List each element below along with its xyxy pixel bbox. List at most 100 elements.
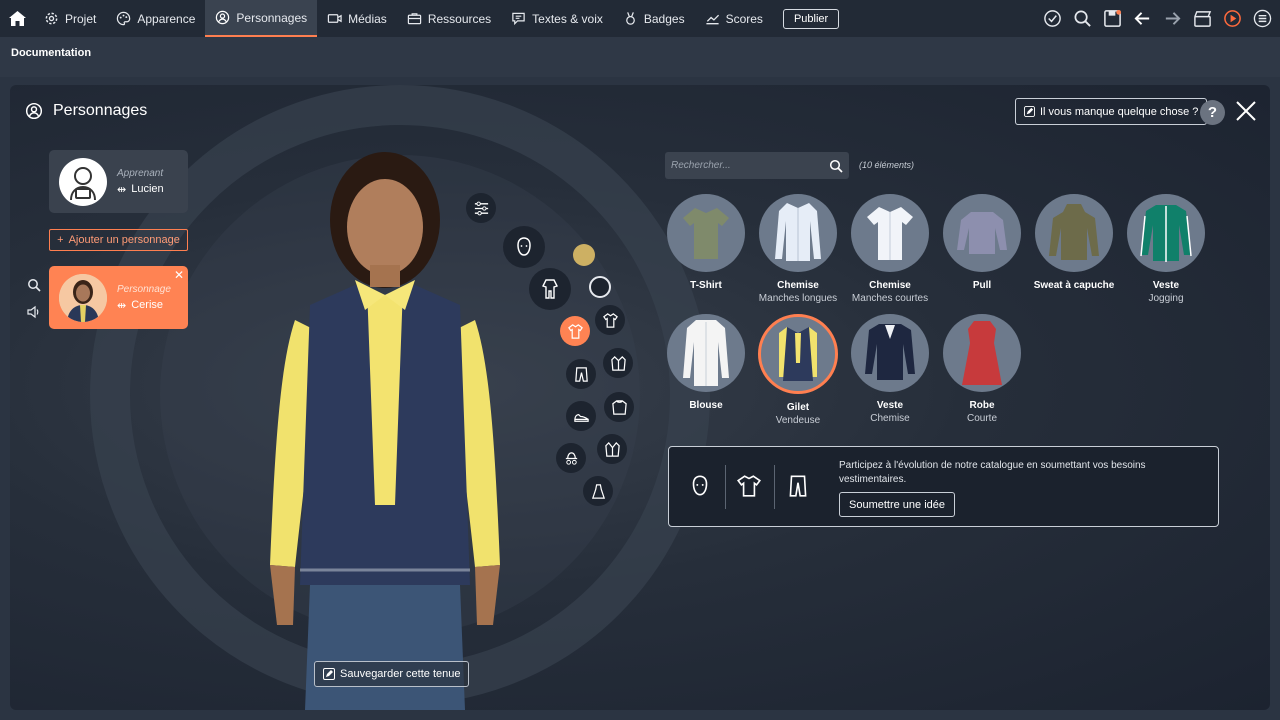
settings-wheel-button[interactable] [466, 193, 496, 223]
speaker-icon[interactable] [27, 305, 41, 319]
nav-label: Médias [348, 11, 387, 26]
nav-label: Badges [643, 11, 685, 26]
catalog-item-gilet-vendeuse[interactable]: Gilet Vendeuse [752, 314, 844, 426]
face-wheel-button[interactable] [503, 226, 545, 268]
redo-icon[interactable] [1163, 9, 1182, 28]
hanger-icon [323, 668, 335, 680]
nav-label: Projet [65, 11, 97, 26]
palette-icon [117, 11, 131, 26]
catalog-search [665, 152, 849, 179]
item-subtitle: Courte [966, 413, 997, 424]
catalog-item-chemise-courtes[interactable]: Chemise Manches courtes [844, 194, 936, 304]
clapper-icon[interactable] [1193, 9, 1212, 28]
learner-card[interactable]: Apprenant ⇹ Lucien [49, 150, 188, 213]
submit-idea-button[interactable]: Soumettre une idée [839, 492, 956, 517]
item-thumbnail [1035, 194, 1113, 272]
subheader: Documentation [0, 37, 1280, 77]
check-sync-icon[interactable] [1043, 9, 1062, 28]
tshirt-icon [602, 312, 618, 328]
accessories-category-button[interactable] [556, 443, 586, 473]
character-role: Personnage [117, 283, 171, 295]
catalog-item-pull[interactable]: Pull [936, 194, 1028, 293]
item-title: Pull [972, 280, 992, 291]
panel-header: Personnages [25, 102, 147, 120]
face-icon [692, 475, 708, 496]
catalog-item-sweat[interactable]: Sweat à capuche [1028, 194, 1120, 293]
nav-label: Personnages [236, 10, 308, 25]
avatar [59, 273, 107, 322]
item-title: Blouse [689, 400, 723, 411]
toolbar-right [1043, 0, 1272, 37]
dress-category-button[interactable] [583, 476, 613, 506]
missing-something-button[interactable]: Il vous manque quelque chose ? [1015, 98, 1208, 125]
menu-icon[interactable] [1253, 9, 1272, 28]
swap-icon: ⇹ [117, 299, 127, 312]
undo-icon[interactable] [1133, 9, 1152, 28]
item-thumbnail [943, 314, 1021, 392]
home-button[interactable] [0, 0, 34, 37]
plus-icon: + [57, 234, 64, 246]
panel-title: Personnages [53, 102, 148, 119]
nav-ressources[interactable]: Ressources [397, 0, 501, 37]
add-character-label: Ajouter un personnage [68, 234, 180, 246]
character-name-row: ⇹ Cerise [117, 299, 171, 312]
item-thumbnail [851, 314, 929, 392]
jacket-category-button[interactable] [603, 348, 633, 378]
item-thumbnail [1127, 194, 1205, 272]
nav-label: Apparence [137, 11, 196, 26]
nav-projet[interactable]: Projet [34, 0, 106, 37]
nav-label: Scores [725, 11, 763, 26]
shoes-category-button[interactable] [566, 401, 596, 431]
nav-medias[interactable]: Médias [317, 0, 397, 37]
hat-icon [565, 451, 577, 465]
catalog-item-blouse[interactable]: Blouse [660, 314, 752, 413]
coat-category-button[interactable] [597, 434, 627, 464]
divider [725, 465, 726, 509]
catalog-item-tshirt[interactable]: T-Shirt [660, 194, 752, 293]
color-swatch-empty[interactable] [589, 276, 611, 298]
nav-textes-voix[interactable]: Textes & voix [501, 0, 613, 37]
help-button[interactable]: ? [1200, 100, 1225, 125]
nav-apparence[interactable]: Apparence [106, 0, 205, 37]
tshirt-icon [737, 475, 761, 497]
suggestion-box: Participez à l'évolution de notre catalo… [668, 446, 1219, 527]
character-icon [25, 102, 43, 120]
catalog-item-veste-jogging[interactable]: Veste Jogging [1120, 194, 1212, 304]
nav-label: Textes & voix [532, 11, 603, 26]
nav-scores[interactable]: Scores [695, 0, 773, 37]
sweater-icon [611, 399, 627, 415]
search-icon[interactable] [829, 159, 843, 173]
zoom-icon[interactable] [27, 278, 41, 292]
item-title: Robe [969, 400, 995, 411]
item-thumbnail-selected [758, 314, 838, 394]
remove-character-icon[interactable]: ✕ [174, 268, 184, 282]
catalog-item-veste-chemise[interactable]: Veste Chemise [844, 314, 936, 424]
home-icon [8, 11, 26, 26]
publish-button[interactable]: Publier [782, 8, 840, 29]
play-icon[interactable] [1223, 9, 1242, 28]
character-name: Cerise [131, 299, 164, 311]
item-title: Veste [1152, 280, 1180, 291]
add-character-button[interactable]: + Ajouter un personnage [49, 229, 188, 251]
close-icon[interactable] [1235, 100, 1257, 122]
catalog-item-chemise-longues[interactable]: Chemise Manches longues [752, 194, 844, 304]
nav-badges[interactable]: Badges [613, 0, 695, 37]
search-input[interactable] [671, 160, 829, 171]
save-outfit-button[interactable]: Sauvegarder cette tenue [314, 661, 470, 687]
sweater-category-button[interactable] [604, 392, 634, 422]
tshirt-category-button[interactable] [595, 305, 625, 335]
chart-icon [705, 14, 719, 25]
selected-character-card[interactable]: Personnage ⇹ Cerise ✕ [49, 266, 188, 329]
face-icon [517, 237, 531, 256]
item-subtitle: Manches longues [758, 293, 838, 304]
search-icon[interactable] [1073, 9, 1092, 28]
pants-category-button[interactable] [566, 359, 596, 389]
skin-color-swatch[interactable] [573, 244, 595, 266]
suggestion-text: Participez à l'évolution de notre catalo… [839, 460, 1146, 485]
nav-personnages[interactable]: Personnages [205, 0, 318, 37]
item-subtitle: Jogging [1148, 293, 1184, 304]
save-icon[interactable] [1103, 9, 1122, 28]
tops-category-button[interactable] [560, 316, 590, 346]
body-wheel-button[interactable] [529, 268, 571, 310]
catalog-item-robe-courte[interactable]: Robe Courte [936, 314, 1028, 424]
